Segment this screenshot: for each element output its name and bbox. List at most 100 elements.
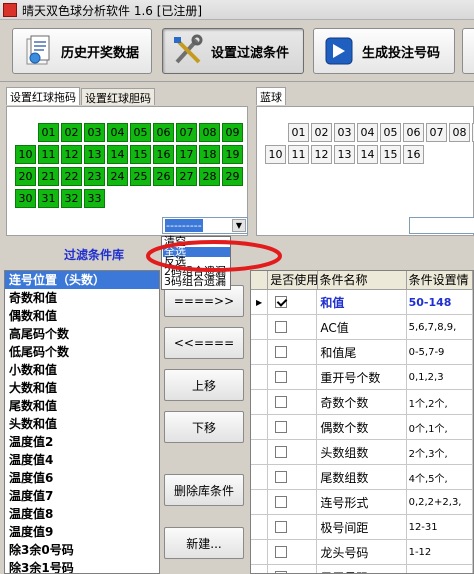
use-checkbox[interactable] — [275, 471, 288, 483]
move-down-button[interactable]: 下移 — [164, 411, 244, 443]
remove-condition-button[interactable]: <<==== — [164, 327, 244, 359]
grid-row[interactable]: 龙头号码 1-12 — [251, 540, 473, 565]
red-ball[interactable]: 33 — [84, 189, 105, 208]
use-checkbox[interactable] — [275, 496, 288, 508]
use-checkbox[interactable] — [275, 446, 288, 458]
red-ball[interactable]: 32 — [61, 189, 82, 208]
condition-library-item[interactable]: 温度值6 — [5, 469, 159, 487]
condition-library-item[interactable]: 连号位置（头数） — [5, 271, 159, 289]
red-ball[interactable]: 09 — [222, 123, 243, 142]
conditions-grid[interactable]: 是否使用 条件名称 条件设置情 ▶ 和值 50-148 AC值 5,6,7,8,9, 和值… — [250, 270, 474, 574]
condition-library-item[interactable]: 高尾码个数 — [5, 325, 159, 343]
filter-settings-button[interactable]: 设置过滤条件 — [162, 28, 304, 74]
grid-row[interactable]: 和值尾 0-5,7-9 — [251, 340, 473, 365]
red-ball[interactable]: 11 — [38, 145, 59, 164]
grid-row[interactable]: 凤尾号码20-33 — [251, 565, 473, 573]
blue-ball[interactable]: 06 — [403, 123, 424, 142]
red-ball-combo[interactable]: --------- ▼ — [162, 217, 248, 234]
generate-bets-button[interactable]: 生成投注号码 — [313, 28, 455, 74]
red-ball[interactable]: 31 — [38, 189, 59, 208]
blue-ball[interactable]: 02 — [311, 123, 332, 142]
red-ball[interactable]: 20 — [15, 167, 36, 186]
blue-ball-combo[interactable] — [409, 217, 474, 234]
red-ball[interactable]: 24 — [107, 167, 128, 186]
condition-library-item[interactable]: 温度值4 — [5, 451, 159, 469]
red-ball[interactable]: 08 — [199, 123, 220, 142]
red-ball[interactable]: 22 — [61, 167, 82, 186]
blue-ball[interactable]: 12 — [311, 145, 332, 164]
grid-row[interactable]: ▶ 和值 50-148 — [251, 290, 473, 315]
grid-row[interactable]: AC值 5,6,7,8,9, — [251, 315, 473, 340]
delete-library-button[interactable]: 删除库条件 — [164, 474, 244, 506]
blue-ball[interactable]: 05 — [380, 123, 401, 142]
red-ball[interactable]: 17 — [176, 145, 197, 164]
use-checkbox[interactable] — [275, 321, 288, 333]
red-ball[interactable]: 30 — [15, 189, 36, 208]
red-ball[interactable]: 21 — [38, 167, 59, 186]
new-condition-button[interactable]: 新建... — [164, 527, 244, 559]
red-ball[interactable]: 12 — [61, 145, 82, 164]
use-checkbox[interactable] — [275, 421, 288, 433]
dropdown-option[interactable]: 3码组合遗漏 — [163, 276, 230, 287]
tab-red-bold[interactable]: 设置红球胆码 — [81, 88, 155, 105]
blue-ball[interactable]: 03 — [334, 123, 355, 142]
condition-library-item[interactable]: 温度值2 — [5, 433, 159, 451]
blue-ball[interactable]: 10 — [265, 145, 286, 164]
red-ball[interactable]: 02 — [61, 123, 82, 142]
blue-ball[interactable]: 01 — [288, 123, 309, 142]
use-checkbox[interactable] — [275, 296, 288, 308]
grid-row[interactable]: 奇数个数 1个,2个, — [251, 390, 473, 415]
condition-library-item[interactable]: 头数和值 — [5, 415, 159, 433]
condition-library-list[interactable]: 连号位置（头数） 奇数和值 偶数和值 高尾码个数 低尾码个数 小数和值 大数和值 尾数和值 头数… — [4, 270, 160, 574]
blue-ball[interactable]: 11 — [288, 145, 309, 164]
red-ball[interactable]: 29 — [222, 167, 243, 186]
red-ball[interactable]: 04 — [107, 123, 128, 142]
red-ball[interactable]: 27 — [176, 167, 197, 186]
condition-library-item[interactable]: 低尾码个数 — [5, 343, 159, 361]
use-checkbox[interactable] — [275, 396, 288, 408]
condition-library-item[interactable]: 温度值8 — [5, 505, 159, 523]
red-ball[interactable]: 10 — [15, 145, 36, 164]
red-ball[interactable]: 19 — [222, 145, 243, 164]
chevron-down-icon[interactable]: ▼ — [232, 219, 246, 232]
blue-ball[interactable]: 04 — [357, 123, 378, 142]
grid-row[interactable]: 偶数个数 0个,1个, — [251, 415, 473, 440]
blue-ball[interactable]: 16 — [403, 145, 424, 164]
blue-ball[interactable]: 07 — [426, 123, 447, 142]
blue-ball[interactable]: 13 — [334, 145, 355, 164]
red-ball[interactable]: 14 — [107, 145, 128, 164]
condition-library-item[interactable]: 尾数和值 — [5, 397, 159, 415]
blue-ball[interactable]: 08 — [449, 123, 470, 142]
condition-library-item[interactable]: 小数和值 — [5, 361, 159, 379]
grid-row[interactable]: 重开号个数 0,1,2,3 — [251, 365, 473, 390]
condition-library-item[interactable]: 除3余0号码 — [5, 541, 159, 559]
blue-ball[interactable]: 14 — [357, 145, 378, 164]
tab-blue[interactable]: 蓝球 — [256, 87, 286, 105]
red-ball[interactable]: 25 — [130, 167, 151, 186]
red-ball[interactable]: 15 — [130, 145, 151, 164]
use-checkbox[interactable] — [275, 546, 288, 558]
grid-row[interactable]: 尾数组数 4个,5个, — [251, 465, 473, 490]
red-ball[interactable]: 26 — [153, 167, 174, 186]
red-ball[interactable]: 13 — [84, 145, 105, 164]
red-ball[interactable]: 28 — [199, 167, 220, 186]
condition-library-item[interactable]: 奇数和值 — [5, 289, 159, 307]
condition-library-item[interactable]: 除3余1号码 — [5, 559, 159, 573]
blue-ball[interactable]: 15 — [380, 145, 401, 164]
red-ball[interactable]: 03 — [84, 123, 105, 142]
condition-library-item[interactable]: 偶数和值 — [5, 307, 159, 325]
condition-library-item[interactable]: 温度值9 — [5, 523, 159, 541]
use-checkbox[interactable] — [275, 346, 288, 358]
red-ball[interactable]: 18 — [199, 145, 220, 164]
red-ball[interactable]: 01 — [38, 123, 59, 142]
extra-toolbar-button[interactable] — [462, 28, 474, 74]
grid-row[interactable]: 连号形式 0,2,2+2,3, — [251, 490, 473, 515]
history-data-button[interactable]: 历史开奖数据 — [12, 28, 152, 74]
red-ball[interactable]: 06 — [153, 123, 174, 142]
move-up-button[interactable]: 上移 — [164, 369, 244, 401]
grid-row[interactable]: 头数组数 2个,3个, — [251, 440, 473, 465]
grid-row[interactable]: 极号间距 12-31 — [251, 515, 473, 540]
red-ball[interactable]: 16 — [153, 145, 174, 164]
use-checkbox[interactable] — [275, 521, 288, 533]
condition-library-item[interactable]: 温度值7 — [5, 487, 159, 505]
